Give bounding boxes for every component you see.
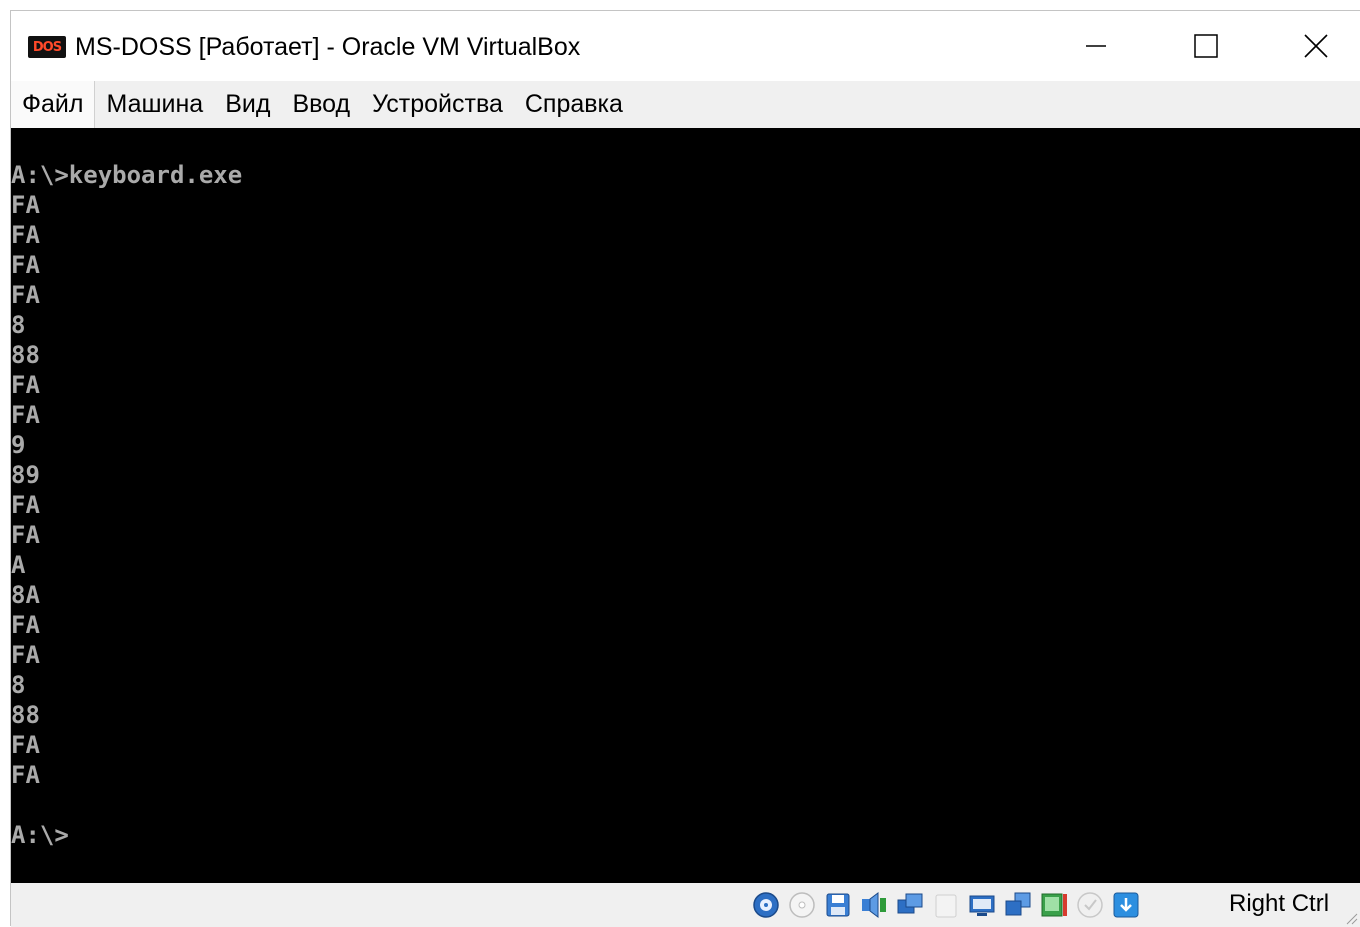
menu-input[interactable]: Ввод: [281, 81, 361, 128]
mouse-integration-icon[interactable]: [1111, 890, 1141, 920]
console-line: 8: [11, 311, 26, 339]
console-line: FA: [11, 761, 40, 789]
console-line: FA: [11, 191, 40, 219]
vm-display[interactable]: A:\>keyboard.exe FA FA FA FA 8 88 FA FA 9 89 FA FA A 8…: [11, 128, 1360, 883]
network-icon[interactable]: [895, 890, 925, 920]
menu-view[interactable]: Вид: [214, 81, 281, 128]
usb-icon[interactable]: [931, 890, 961, 920]
status-bar: Right Ctrl: [11, 883, 1360, 927]
optical-drive-icon[interactable]: [787, 890, 817, 920]
console-line: FA: [11, 641, 40, 669]
console-line: FA: [11, 401, 40, 429]
menu-file[interactable]: Файл: [11, 81, 96, 128]
console-line: FA: [11, 221, 40, 249]
console-line: 9: [11, 431, 26, 459]
host-key-label[interactable]: Right Ctrl: [1229, 890, 1329, 918]
console-prompt: A:\>: [11, 821, 69, 849]
console-line: FA: [11, 521, 40, 549]
maximize-button[interactable]: [1151, 11, 1261, 81]
title-bar[interactable]: DOS MS-DOSS [Работает] - Oracle VM Virtu…: [11, 11, 1360, 81]
menu-devices[interactable]: Устройства: [361, 81, 514, 128]
dos-app-icon[interactable]: DOS: [28, 36, 66, 58]
console-line: FA: [11, 731, 40, 759]
floppy-drive-icon[interactable]: [823, 890, 853, 920]
console-line: A:\>keyboard.exe: [11, 161, 243, 189]
console-line: FA: [11, 611, 40, 639]
minimize-icon: [1086, 45, 1106, 47]
console-line: 8A: [11, 581, 40, 609]
console-line: 88: [11, 701, 40, 729]
window-title: MS-DOSS [Работает] - Oracle VM VirtualBo…: [75, 33, 581, 61]
menu-machine[interactable]: Машина: [95, 81, 214, 128]
close-button[interactable]: [1261, 11, 1360, 81]
cpu-activity-icon[interactable]: [1075, 890, 1105, 920]
console-line: FA: [11, 491, 40, 519]
menu-help[interactable]: Справка: [514, 81, 634, 128]
console-line: 89: [11, 461, 40, 489]
minimize-button[interactable]: [1041, 11, 1151, 81]
virtualbox-window: DOS MS-DOSS [Работает] - Oracle VM Virtu…: [10, 10, 1360, 927]
console-line: A: [11, 551, 26, 579]
console-line: FA: [11, 371, 40, 399]
audio-icon[interactable]: [859, 890, 889, 920]
dos-console: A:\>keyboard.exe FA FA FA FA 8 88 FA FA 9 89 FA FA A 8…: [11, 160, 242, 850]
console-line: 88: [11, 341, 40, 369]
hard-disk-icon[interactable]: [751, 890, 781, 920]
maximize-icon: [1194, 34, 1218, 58]
display-icon[interactable]: [1003, 890, 1033, 920]
console-line: FA: [11, 281, 40, 309]
close-icon: [1304, 34, 1328, 58]
console-line: FA: [11, 251, 40, 279]
shared-folders-icon[interactable]: [967, 890, 997, 920]
recording-icon[interactable]: [1039, 890, 1069, 920]
resize-grip-icon[interactable]: [1344, 911, 1358, 925]
status-icons: [751, 889, 1141, 921]
console-line: 8: [11, 671, 26, 699]
menu-bar: Файл Машина Вид Ввод Устройства Справка: [11, 81, 1360, 128]
